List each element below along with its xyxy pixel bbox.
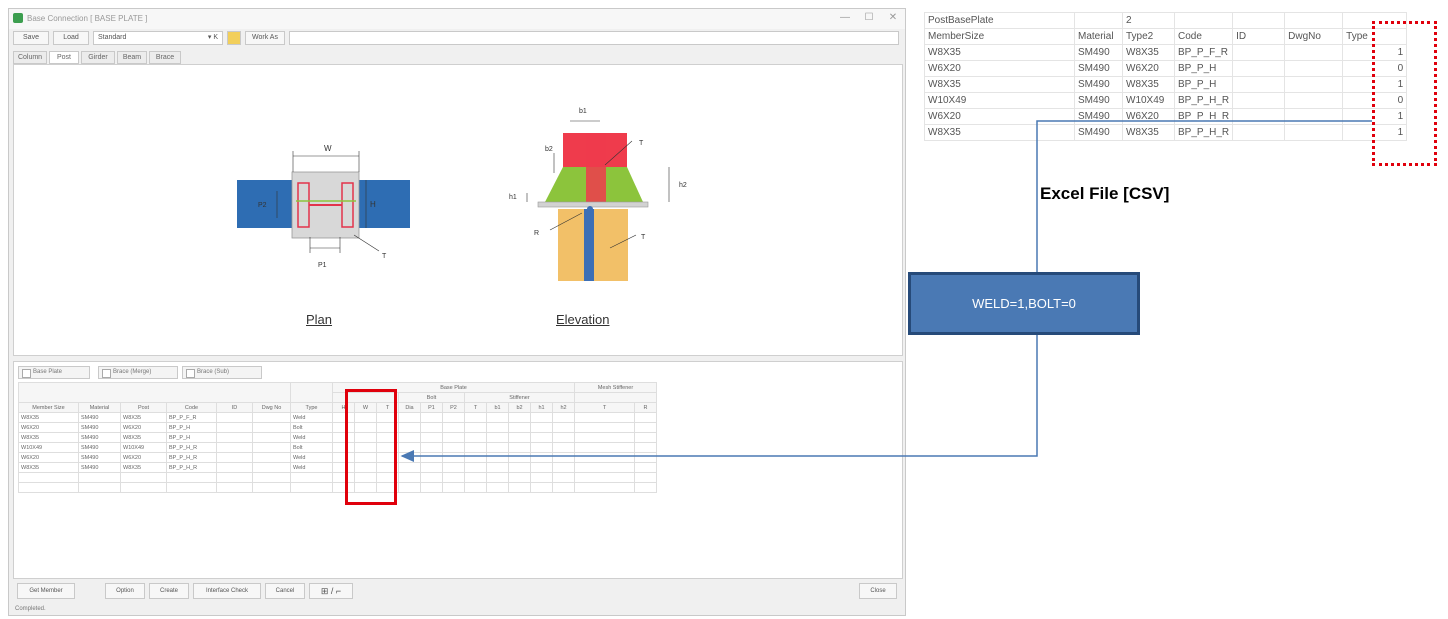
connector-arrow <box>400 120 1372 462</box>
weld-bolt-callout: WELD=1,BOLT=0 <box>908 272 1140 335</box>
connector-line <box>400 120 1372 462</box>
